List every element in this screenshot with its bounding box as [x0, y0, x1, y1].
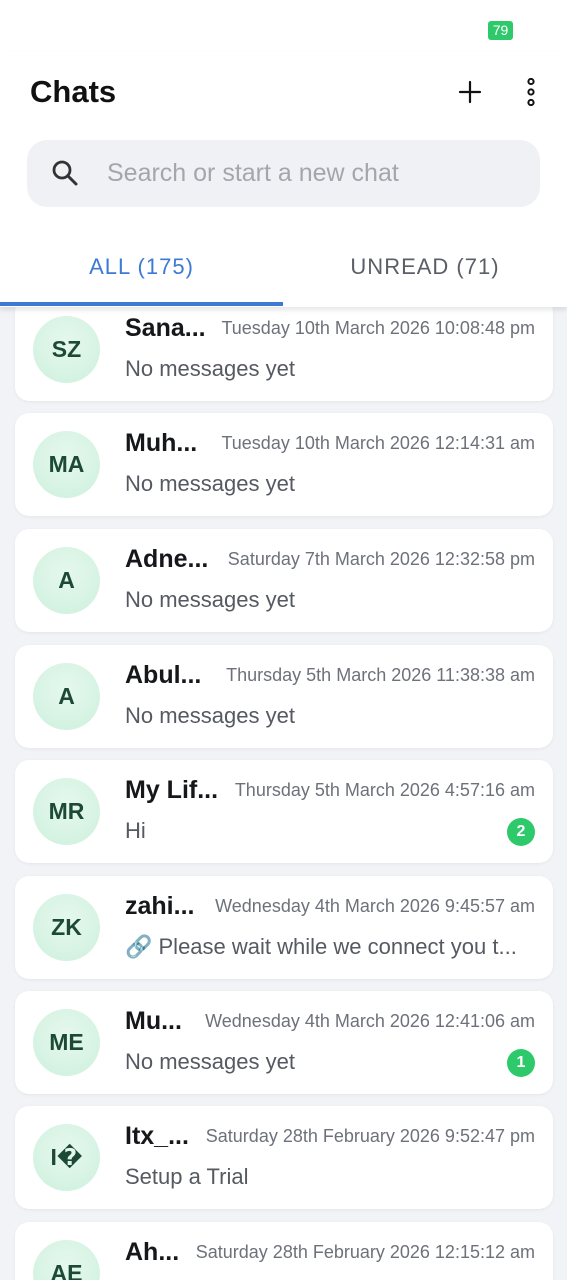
- tab-unread[interactable]: UNREAD (71): [283, 228, 567, 306]
- chat-timestamp: Thursday 5th March 2026 11:38:38 am: [226, 665, 535, 685]
- chat-name: Sana...: [125, 314, 206, 342]
- search-bar[interactable]: [27, 140, 540, 207]
- chat-list-item[interactable]: I� Itx_... Saturday 28th February 2026 9…: [15, 1106, 553, 1209]
- chat-timestamp: Wednesday 4th March 2026 9:45:57 am: [215, 896, 535, 916]
- search-input[interactable]: [107, 140, 517, 207]
- chat-name: Adne...: [125, 545, 209, 573]
- chat-list-item[interactable]: SZ Sana... Tuesday 10th March 2026 10:08…: [15, 307, 553, 401]
- avatar: ZK: [33, 894, 100, 961]
- chat-list-item[interactable]: MA Muh... Tuesday 10th March 2026 12:14:…: [15, 413, 553, 516]
- chat-preview: Setup a Trial: [125, 1164, 249, 1189]
- chat-preview: No messages yet: [125, 1049, 295, 1074]
- chat-preview: No messages yet: [125, 587, 295, 612]
- new-chat-button[interactable]: [452, 74, 488, 110]
- chat-timestamp: Saturday 28th February 2026 12:15:12 am: [195, 1242, 535, 1262]
- avatar: I�: [33, 1124, 100, 1191]
- unread-badge: 2: [507, 818, 535, 846]
- avatar: MR: [33, 778, 100, 845]
- chat-name: Abul...: [125, 661, 202, 689]
- avatar: ME: [33, 1009, 100, 1076]
- chat-list-item[interactable]: ZK zahi... Wednesday 4th March 2026 9:45…: [15, 876, 553, 979]
- chat-timestamp: Wednesday 4th March 2026 12:41:06 am: [205, 1011, 535, 1031]
- status-bar: 79: [0, 0, 567, 52]
- avatar: MA: [33, 431, 100, 498]
- chat-timestamp: Tuesday 10th March 2026 12:14:31 am: [221, 433, 535, 453]
- more-vertical-icon: [527, 78, 535, 106]
- chat-name: Itx_...: [125, 1122, 189, 1150]
- chat-preview: No messages yet: [125, 471, 295, 496]
- avatar: A: [33, 547, 100, 614]
- chat-list-item[interactable]: ME Mu... Wednesday 4th March 2026 12:41:…: [15, 991, 553, 1094]
- chat-timestamp: Thursday 5th March 2026 4:57:16 am: [234, 780, 535, 800]
- chat-list[interactable]: SZ Sana... Tuesday 10th March 2026 10:08…: [0, 307, 567, 1280]
- chat-preview: No messages yet: [125, 703, 295, 728]
- unread-badge: 1: [507, 1049, 535, 1077]
- chat-timestamp: Tuesday 10th March 2026 10:08:48 pm: [221, 318, 535, 338]
- app-header: Chats ALL (175) UNREAD (71): [0, 52, 567, 307]
- page-title: Chats: [30, 74, 117, 109]
- chat-list-item[interactable]: AE Ah... Saturday 28th February 2026 12:…: [15, 1222, 553, 1280]
- chat-name: My Lif...: [125, 776, 219, 804]
- more-options-button[interactable]: [514, 74, 548, 110]
- chat-name: Mu...: [125, 1007, 182, 1035]
- chat-list-item[interactable]: MR My Lif... Thursday 5th March 2026 4:5…: [15, 760, 553, 863]
- tab-all[interactable]: ALL (175): [0, 228, 283, 306]
- chat-list-item[interactable]: A Adne... Saturday 7th March 2026 12:32:…: [15, 529, 553, 632]
- search-icon: [52, 160, 78, 186]
- chat-list-item[interactable]: A Abul... Thursday 5th March 2026 11:38:…: [15, 645, 553, 748]
- chat-name: Ah...: [125, 1238, 180, 1266]
- chat-preview: 🔗 Please wait while we connect you t...: [125, 934, 517, 959]
- avatar: SZ: [33, 316, 100, 383]
- chat-preview: No messages yet: [125, 356, 295, 381]
- chat-timestamp: Saturday 28th February 2026 9:52:47 pm: [205, 1126, 535, 1146]
- avatar: AE: [33, 1240, 100, 1280]
- battery-indicator: 79: [488, 21, 513, 40]
- plus-icon: [458, 80, 482, 104]
- chat-timestamp: Saturday 7th March 2026 12:32:58 pm: [227, 549, 535, 569]
- tab-unread-label: UNREAD (71): [350, 254, 500, 279]
- chat-preview: Hi: [125, 818, 146, 843]
- tab-all-label: ALL (175): [89, 254, 194, 279]
- avatar: A: [33, 663, 100, 730]
- chat-name: Muh...: [125, 429, 198, 457]
- active-tab-indicator: [0, 302, 283, 306]
- chat-name: zahi...: [125, 892, 195, 920]
- chat-tabs: ALL (175) UNREAD (71): [0, 228, 567, 306]
